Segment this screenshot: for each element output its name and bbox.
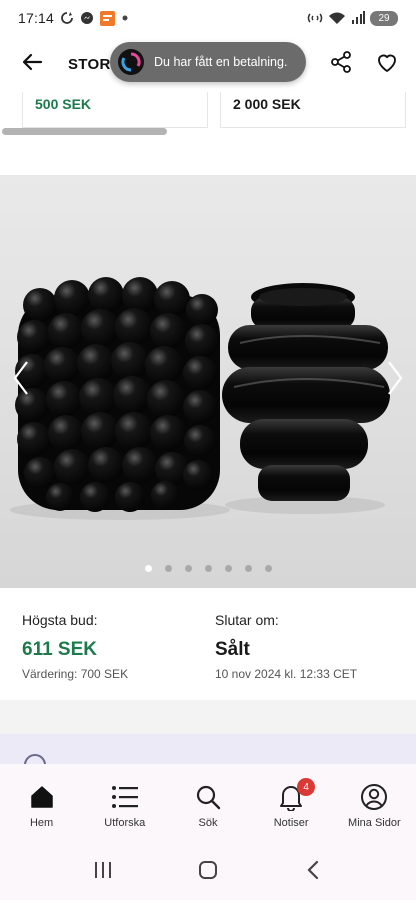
arrow-left-icon	[21, 51, 43, 78]
wifi-icon	[328, 11, 346, 25]
info-card-icon	[24, 754, 46, 764]
signal-icon	[351, 11, 365, 25]
home-square-icon	[198, 860, 218, 885]
heart-outline-icon	[375, 50, 399, 79]
section-gap	[0, 700, 416, 734]
chevron-left-icon	[11, 358, 31, 403]
nav-item-home[interactable]: Hem	[2, 782, 82, 829]
payment-toast[interactable]: Du har fått en betalning.	[110, 42, 306, 82]
home-system-button[interactable]	[188, 852, 228, 892]
carousel-dot[interactable]	[164, 565, 172, 572]
ends-date: 10 nov 2024 kl. 12:33 CET	[215, 667, 358, 681]
carousel-dots	[0, 565, 416, 572]
home-icon	[27, 782, 57, 812]
sync-icon	[60, 11, 74, 25]
battery-icon: 29	[370, 10, 398, 26]
highest-bid-block: Högsta bud: 611 SEK Värdering: 700 SEK	[22, 612, 128, 681]
nav-item-notifications[interactable]: 4 Notiser	[251, 778, 331, 829]
chevron-left-icon	[306, 860, 320, 885]
messenger-icon	[80, 11, 94, 25]
status-bar: 17:14 29	[0, 0, 416, 36]
dot-icon	[121, 14, 129, 22]
ends-block: Slutar om: Sålt 10 nov 2024 kl. 12:33 CE…	[215, 612, 357, 681]
toast-text: Du har fått en betalning.	[154, 55, 288, 69]
product-image	[10, 277, 390, 520]
notification-badge: 4	[297, 778, 316, 796]
carousel-next-button[interactable]	[380, 355, 410, 405]
app-notification-icon	[100, 10, 116, 26]
related-item-price: 2 000 SEK	[233, 96, 301, 112]
related-items-strip: 500 SEK 2 000 SEK	[0, 92, 416, 128]
nav-label: Hem	[29, 817, 54, 829]
nav-item-search[interactable]: Sök	[168, 782, 248, 829]
back-button[interactable]	[14, 46, 50, 82]
related-item-price: 500 SEK	[35, 96, 92, 112]
nav-item-explore[interactable]: Utforska	[85, 782, 165, 829]
valuation-text: Värdering: 700 SEK	[22, 667, 129, 681]
related-item-card[interactable]: 500 SEK	[22, 92, 208, 128]
recent-apps-icon	[93, 861, 113, 884]
nav-label: Mina Sidor	[348, 817, 401, 829]
horizontal-scrollbar[interactable]	[2, 128, 167, 135]
carousel-dot[interactable]	[244, 565, 252, 572]
battery-level: 29	[378, 12, 390, 24]
nav-label: Sök	[198, 817, 218, 829]
ends-label: Slutar om:	[215, 612, 279, 628]
status-time: 17:14	[18, 10, 55, 26]
chevron-right-icon	[385, 358, 405, 403]
bottom-nav: Hem Utforska Sök 4 Notiser Mina Sidor	[0, 764, 416, 844]
ends-value: Sålt	[215, 639, 250, 660]
search-icon	[193, 782, 223, 812]
carousel-dot[interactable]	[184, 565, 192, 572]
back-system-button[interactable]	[293, 852, 333, 892]
carousel-prev-button[interactable]	[6, 355, 36, 405]
nav-item-my-pages[interactable]: Mina Sidor	[334, 782, 414, 829]
highest-bid-label: Högsta bud:	[22, 612, 98, 628]
list-icon	[110, 782, 140, 812]
user-circle-icon	[359, 782, 389, 812]
section-divider	[0, 145, 416, 175]
highest-bid-value: 611 SEK	[22, 639, 97, 660]
image-carousel[interactable]	[0, 175, 416, 588]
bubble-vase	[15, 277, 220, 512]
nav-label: Notiser	[273, 817, 309, 829]
nav-label: Utforska	[104, 817, 146, 829]
favorite-button[interactable]	[372, 49, 402, 79]
nfc-icon	[307, 11, 323, 25]
carousel-dot[interactable]	[264, 565, 272, 572]
ring-vase	[222, 283, 390, 501]
system-nav-bar	[0, 844, 416, 900]
info-card[interactable]	[0, 734, 416, 764]
carousel-dot[interactable]	[224, 565, 232, 572]
carousel-dot[interactable]	[204, 565, 212, 572]
page-title: STOR	[68, 55, 111, 73]
related-item-card[interactable]: 2 000 SEK	[220, 92, 406, 128]
carousel-dot[interactable]	[144, 565, 152, 572]
share-icon	[329, 50, 353, 79]
swish-logo-icon	[118, 49, 144, 75]
bid-info: Högsta bud: 611 SEK Värdering: 700 SEK S…	[0, 588, 416, 700]
recent-apps-button[interactable]	[83, 852, 123, 892]
share-button[interactable]	[326, 49, 356, 79]
